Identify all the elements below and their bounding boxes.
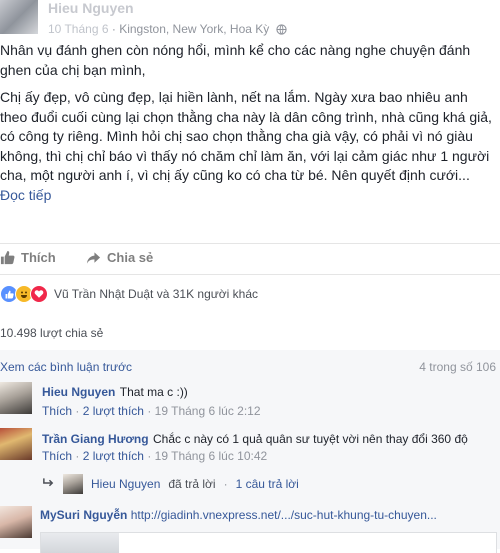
comment-actions: Thích · 2 lượt thích · 19 Tháng 6 lúc 2:… [42, 404, 261, 418]
share-button-label: Chia sẻ [107, 250, 154, 265]
share-button[interactable]: Chia sẻ [86, 250, 153, 265]
comment-count: 4 trong số 106 [419, 360, 496, 374]
link-preview[interactable] [40, 532, 497, 553]
like-button-label: Thích [21, 250, 56, 265]
reply-count[interactable]: 1 câu trả lời [236, 477, 299, 491]
share-count[interactable]: 10.498 lượt chia sẻ [0, 326, 103, 340]
action-divider-bottom [0, 274, 500, 275]
comment-like-count[interactable]: 2 lượt thích [83, 404, 144, 418]
comment-author[interactable]: Trần Giang Hương [42, 432, 149, 446]
comment: Trần Giang Hương Chắc c này có 1 quả quâ… [42, 430, 468, 448]
separator: · [223, 477, 228, 491]
post-location[interactable]: Kingston, New York, Hoa Kỳ [119, 22, 269, 36]
post-paragraph-2: Chị ấy đẹp, vô cùng đẹp, lại hiền lành, … [0, 89, 492, 183]
comment-like-count[interactable]: 2 lượt thích [83, 449, 144, 463]
reply-arrow-icon [42, 477, 55, 491]
reactions-text[interactable]: Vũ Trần Nhật Duật và 31K người khác [54, 287, 258, 301]
post-body: Nhân vụ đánh ghen còn nóng hổi, mình kể … [0, 41, 495, 205]
post-paragraph-1: Nhân vụ đánh ghen còn nóng hổi, mình kể … [0, 42, 471, 78]
love-reaction-icon [30, 285, 48, 303]
comment-link[interactable]: http://giadinh.vnexpress.net/.../suc-hut… [131, 508, 437, 522]
comment-avatar[interactable] [0, 428, 32, 460]
separator: · [147, 449, 155, 463]
share-arrow-icon [86, 251, 101, 265]
read-more-link[interactable]: Đọc tiếp [0, 186, 495, 206]
like-button[interactable]: Thích [0, 250, 56, 265]
comment-text: Chắc c này có 1 quả quân sư tuyệt vời nê… [153, 432, 468, 446]
action-divider-top [0, 243, 500, 244]
post-author-name[interactable]: Hieu Nguyen [48, 0, 134, 16]
comment-time[interactable]: 19 Tháng 6 lúc 2:12 [155, 404, 261, 418]
comment-time[interactable]: 19 Tháng 6 lúc 10:42 [155, 449, 268, 463]
globe-icon [275, 24, 287, 38]
thumbs-up-icon [0, 250, 15, 265]
comment-like-button[interactable]: Thích [42, 404, 72, 418]
reactions-summary[interactable]: Vũ Trần Nhật Duật và 31K người khác [0, 285, 258, 303]
comment-author[interactable]: Hieu Nguyen [42, 385, 115, 399]
post-date[interactable]: 10 Tháng 6 [48, 22, 109, 36]
view-previous-comments[interactable]: Xem các bình luận trước [0, 360, 132, 374]
post-meta: 10 Tháng 6 · Kingston, New York, Hoa Kỳ [48, 22, 287, 38]
separator: · [75, 404, 83, 418]
comment-actions: Thích · 2 lượt thích · 19 Tháng 6 lúc 10… [42, 449, 267, 463]
separator: · [147, 404, 155, 418]
reply-summary[interactable]: Hieu Nguyen đã trả lời · 1 câu trả lời [42, 474, 299, 494]
comment-text: That ma c :)) [119, 385, 188, 399]
reply-author[interactable]: Hieu Nguyen [91, 477, 160, 491]
preview-thumbnail [41, 533, 119, 553]
comment-author[interactable]: MySuri Nguyễn [40, 508, 127, 522]
reply-action: đã trả lời [168, 477, 216, 491]
comment-avatar[interactable] [0, 506, 32, 538]
post-author-avatar[interactable] [0, 0, 38, 34]
comment: MySuri Nguyễn http://giadinh.vnexpress.n… [40, 508, 437, 522]
comment-like-button[interactable]: Thích [42, 449, 72, 463]
separator: · [75, 449, 83, 463]
comment-avatar[interactable] [0, 382, 32, 414]
reply-author-avatar[interactable] [63, 474, 83, 494]
comment: Hieu Nguyen That ma c :)) [42, 383, 188, 401]
